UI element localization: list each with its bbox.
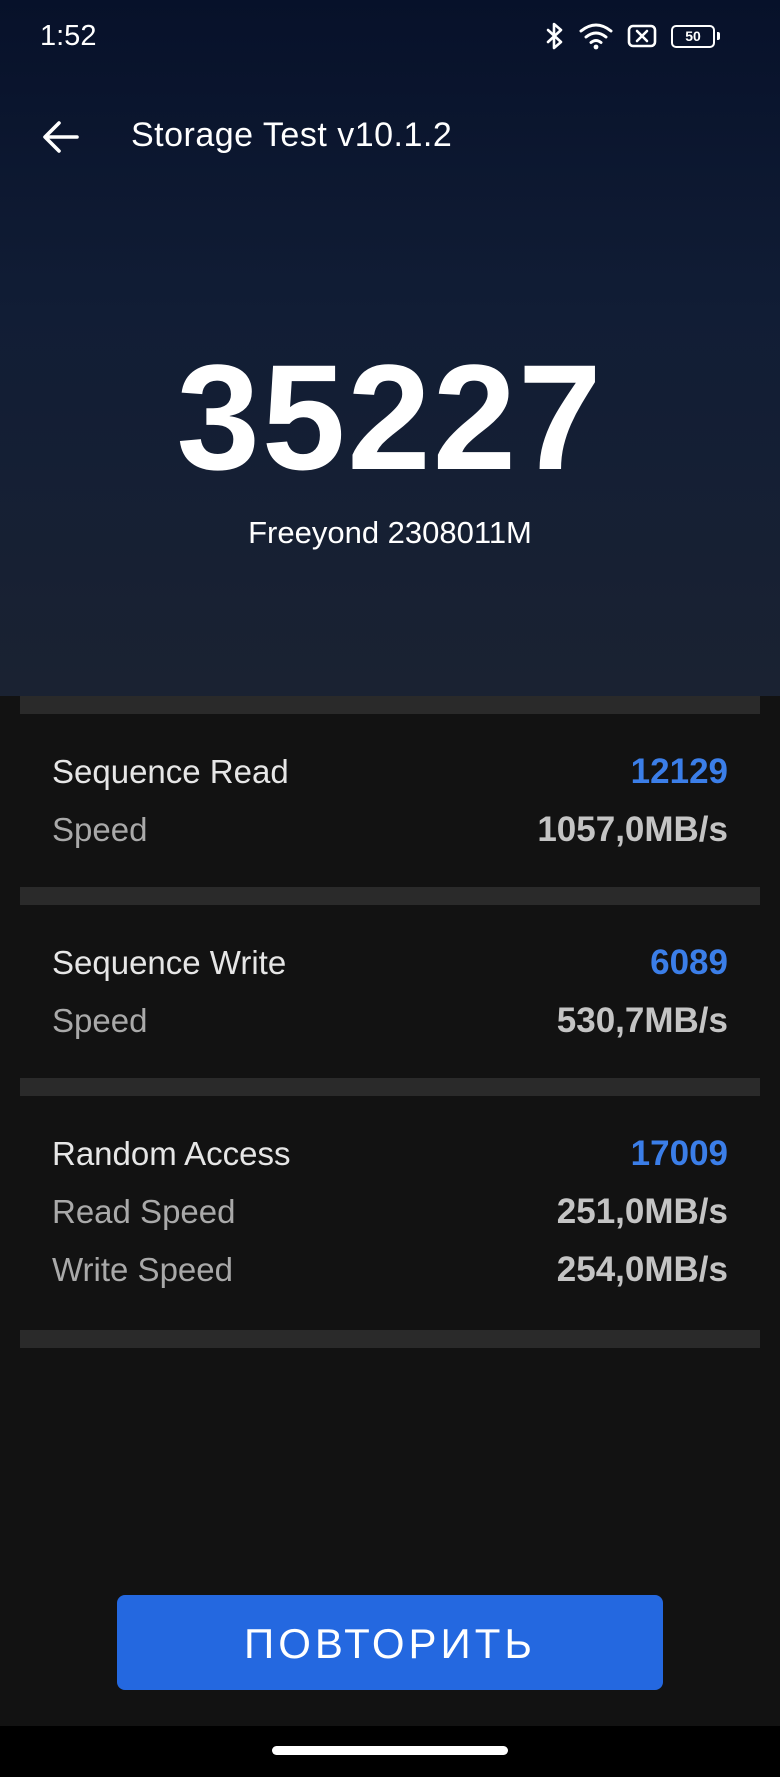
battery-tip: [717, 32, 720, 40]
metric-label: Speed: [52, 1002, 148, 1039]
battery-level: 50: [671, 24, 715, 48]
back-button[interactable]: [36, 112, 86, 162]
section-title: Sequence Write: [52, 944, 287, 981]
sequence-read-row: Sequence Read 12129: [52, 747, 728, 797]
sequence-write-row: Sequence Write 6089: [52, 938, 728, 988]
section-score: 6089: [650, 943, 728, 982]
metric-label: Speed: [52, 811, 148, 848]
random-access-card: Random Access 17009 Read Speed 251,0MB/s…: [20, 1096, 760, 1330]
metric-value: 254,0MB/s: [556, 1250, 728, 1289]
status-bar: 1:52 50: [0, 0, 780, 80]
score-header: 1:52 50 Storage Test v10.1.2 35227 Freey…: [0, 0, 780, 696]
device-name: Freeyond 2308011M: [248, 515, 532, 550]
sim-off-icon: [627, 24, 657, 48]
random-write-speed-row: Write Speed 254,0MB/s: [52, 1245, 728, 1295]
section-divider: [20, 1330, 760, 1348]
section-score: 12129: [630, 752, 728, 791]
section-divider: [20, 887, 760, 905]
metric-label: Write Speed: [52, 1251, 233, 1288]
sequence-read-card: Sequence Read 12129 Speed 1057,0MB/s: [20, 714, 760, 887]
section-divider: [20, 696, 760, 714]
status-icons: 50: [545, 22, 720, 50]
section-divider: [20, 1078, 760, 1096]
battery-icon: 50: [671, 24, 720, 48]
metric-label: Read Speed: [52, 1193, 236, 1230]
sequence-write-card: Sequence Write 6089 Speed 530,7MB/s: [20, 905, 760, 1078]
section-title: Random Access: [52, 1135, 291, 1172]
bluetooth-icon: [545, 22, 565, 50]
random-access-row: Random Access 17009: [52, 1129, 728, 1179]
metric-value: 251,0MB/s: [556, 1192, 728, 1231]
wifi-icon: [579, 22, 613, 50]
metric-value: 530,7MB/s: [556, 1001, 728, 1040]
navigation-bar: [0, 1726, 780, 1777]
sequence-write-speed-row: Speed 530,7MB/s: [52, 996, 728, 1046]
app-bar: Storage Test v10.1.2: [0, 96, 780, 178]
retry-button[interactable]: ПОВТОРИТЬ: [117, 1595, 663, 1690]
section-score: 17009: [630, 1134, 728, 1173]
arrow-left-icon: [43, 121, 79, 153]
total-score: 35227: [176, 333, 604, 501]
sequence-read-speed-row: Speed 1057,0MB/s: [52, 805, 728, 855]
metric-value: 1057,0MB/s: [537, 810, 728, 849]
home-indicator[interactable]: [272, 1746, 508, 1755]
section-title: Sequence Read: [52, 753, 289, 790]
random-read-speed-row: Read Speed 251,0MB/s: [52, 1187, 728, 1237]
status-time: 1:52: [40, 20, 97, 52]
page-title: Storage Test v10.1.2: [131, 116, 453, 154]
